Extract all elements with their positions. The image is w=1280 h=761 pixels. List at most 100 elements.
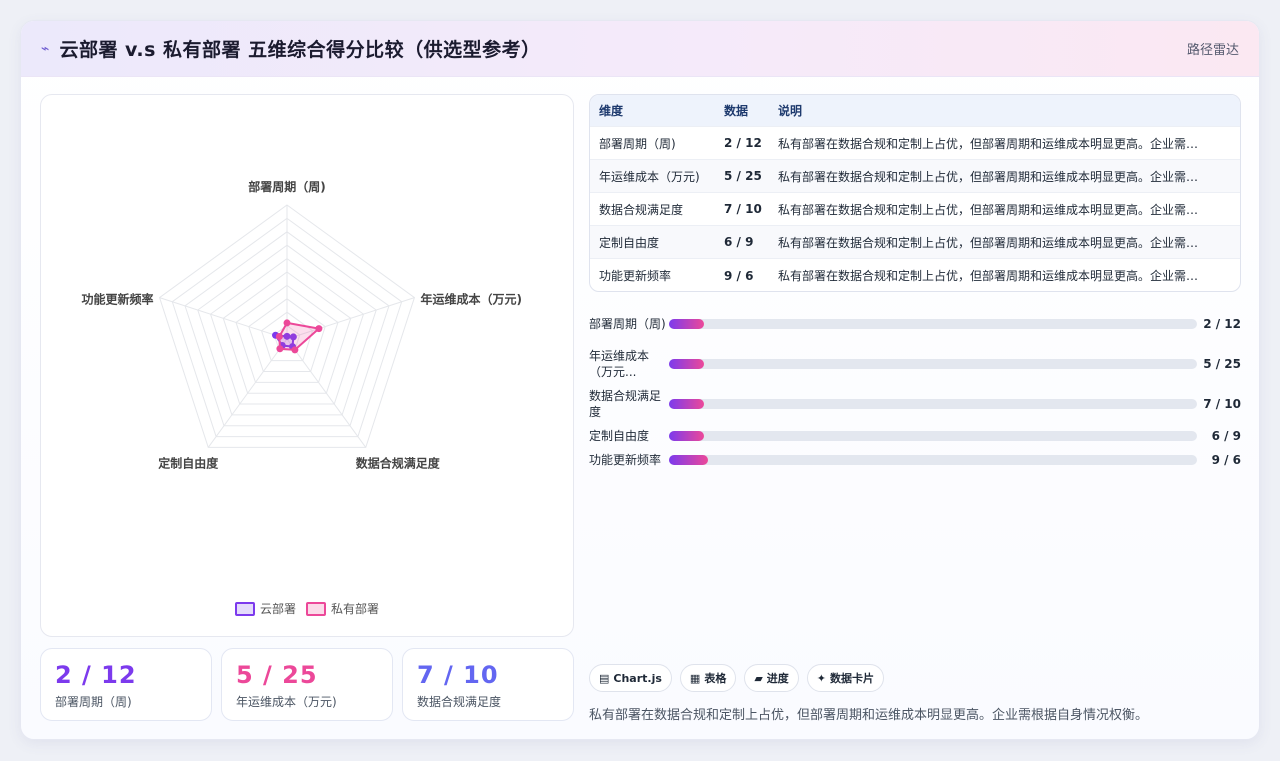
kpi-card-ops-cost: 5 / 25 年运维成本（万元) (221, 648, 393, 721)
radar-axis-label: 数据合规满足度 (356, 455, 441, 470)
chip-label: Chart.js (613, 671, 662, 685)
table-row: 数据合规满足度 7 / 10 私有部署在数据合规和定制上占优，但部署周期和运维成… (590, 193, 1240, 226)
progress-row: 年运维成本（万元... 5 / 25 (589, 347, 1241, 381)
progress-fill (669, 359, 704, 369)
radar-point (283, 319, 291, 327)
chip-data-card[interactable]: ✦ 数据卡片 (806, 664, 885, 692)
chart-legend: 云部署 私有部署 (41, 600, 573, 617)
table-cell-data: 5 / 25 (724, 169, 762, 183)
table-cell-desc: 私有部署在数据合规和定制上占优，但部署周期和运维成本明显更高。企业需根据自身情况… (778, 169, 1240, 184)
legend-swatch-private (306, 601, 326, 616)
kpi-card-deploy-cycle: 2 / 12 部署周期（周) (40, 648, 212, 721)
progress-fill (669, 455, 709, 465)
radar-spoke (159, 297, 288, 340)
table-row: 功能更新频率 9 / 6 私有部署在数据合规和定制上占优，但部署周期和运维成本明… (590, 259, 1240, 291)
progress-row: 功能更新频率 9 / 6 (589, 451, 1241, 469)
radar-series-area (278, 321, 322, 351)
table-cell-desc: 私有部署在数据合规和定制上占优，但部署周期和运维成本明显更高。企业需根据自身情况… (778, 136, 1240, 151)
table-cell-data: 6 / 9 (724, 235, 754, 249)
chip-table[interactable]: ▦ 表格 (679, 664, 737, 692)
radar-axis-label: 部署周期（周) (248, 179, 326, 194)
kpi-value: 2 / 12 (55, 661, 137, 689)
chip-chartjs[interactable]: ▤ Chart.js (589, 664, 672, 692)
chip-label: 表格 (704, 672, 727, 685)
progress-track (669, 455, 1197, 465)
radar-axis-label: 功能更新频率 (82, 292, 154, 307)
progress-track (669, 319, 1197, 329)
card-header: ⌁ 云部署 v.s 私有部署 五维综合得分比较（供选型参考） 路径雷达 (21, 21, 1259, 77)
tech-chips: ▤ Chart.js ▦ 表格 ▰ 进度 ✦ 数据卡片 (589, 664, 885, 692)
progress-row: 部署周期（周) 2 / 12 (589, 307, 1241, 341)
table-cell-dim: 定制自由度 (599, 235, 660, 250)
radar-point (275, 333, 283, 341)
kpi-card-compliance: 7 / 10 数据合规满足度 (402, 648, 574, 721)
progress-row: 定制自由度 6 / 9 (589, 427, 1241, 445)
progress-fill (669, 319, 704, 329)
progress-value: 6 / 9 (1211, 429, 1241, 443)
radar-point (291, 346, 299, 354)
chip-progress[interactable]: ▰ 进度 (744, 664, 799, 692)
progress-icon: ▰ (754, 671, 763, 685)
table-row: 年运维成本（万元) 5 / 25 私有部署在数据合规和定制上占优，但部署周期和运… (590, 160, 1240, 193)
progress-track (669, 431, 1197, 441)
progress-list: 部署周期（周) 2 / 12 年运维成本（万元... 5 / 25 数据合规满足… (589, 307, 1241, 475)
chart-icon: ▤ (599, 671, 610, 685)
legend-label-cloud: 云部署 (259, 602, 296, 616)
header-right-label: 路径雷达 (1186, 43, 1239, 58)
chip-label: 数据卡片 (830, 672, 875, 685)
progress-fill (669, 399, 704, 409)
legend-swatch-cloud (234, 601, 255, 616)
progress-track (669, 359, 1197, 369)
table-cell-desc: 私有部署在数据合规和定制上占优，但部署周期和运维成本明显更高。企业需根据自身情况… (778, 235, 1240, 250)
kpi-label: 部署周期（周) (55, 695, 132, 709)
progress-value: 9 / 6 (1211, 453, 1241, 467)
chip-label: 进度 (766, 672, 789, 685)
progress-track (669, 399, 1197, 409)
radar-point (315, 325, 323, 333)
table-cell-data: 7 / 10 (724, 202, 762, 216)
progress-label: 数据合规满足度 (589, 389, 662, 419)
table-header-dim: 维度 (599, 104, 624, 118)
main-card: ⌁ 云部署 v.s 私有部署 五维综合得分比较（供选型参考） 路径雷达 部署周期… (20, 20, 1260, 740)
radar-point (276, 345, 284, 353)
table-row: 部署周期（周) 2 / 12 私有部署在数据合规和定制上占优，但部署周期和运维成… (590, 127, 1240, 160)
table-header-desc: 说明 (778, 104, 803, 118)
progress-value: 5 / 25 (1203, 357, 1241, 371)
table-cell-desc: 私有部署在数据合规和定制上占优，但部署周期和运维成本明显更高。企业需根据自身情况… (778, 202, 1240, 217)
data-table: 维度 数据 说明 部署周期（周) 2 / 12 私有部署在数据合规和定制上占优，… (589, 94, 1241, 292)
progress-label: 部署周期（周) (589, 317, 666, 331)
kpi-label: 年运维成本（万元) (236, 695, 337, 709)
summary-text: 私有部署在数据合规和定制上占优，但部署周期和运维成本明显更高。企业需根据自身情况… (589, 708, 1149, 723)
card-icon: ✦ (816, 671, 827, 685)
table-header-data: 数据 (724, 104, 749, 118)
kpi-label: 数据合规满足度 (417, 695, 502, 709)
progress-label: 年运维成本（万元... (589, 349, 650, 379)
legend-item-cloud[interactable]: 云部署 (234, 600, 296, 617)
progress-label: 定制自由度 (589, 429, 650, 443)
radar-chart-panel: 部署周期（周) 年运维成本（万元) 数据合规满足度 定制自由度 功能更新频率 云部署 私… (40, 94, 574, 637)
radar-axis-label: 定制自由度 (158, 455, 219, 470)
legend-label-private: 私有部署 (331, 602, 380, 616)
radar-chart: 部署周期（周) 年运维成本（万元) 数据合规满足度 定制自由度 功能更新频率 (82, 179, 522, 470)
progress-label: 功能更新频率 (589, 453, 662, 467)
kpi-value: 7 / 10 (417, 661, 499, 689)
progress-row: 数据合规满足度 7 / 10 (589, 387, 1241, 421)
kpi-value: 5 / 25 (236, 661, 318, 689)
legend-item-private[interactable]: 私有部署 (306, 600, 379, 617)
table-cell-data: 2 / 12 (724, 136, 762, 150)
progress-value: 2 / 12 (1203, 317, 1241, 331)
progress-fill (669, 431, 704, 441)
page-title: 云部署 v.s 私有部署 五维综合得分比较（供选型参考） (59, 39, 541, 61)
progress-value: 7 / 10 (1203, 397, 1241, 411)
table-cell-dim: 功能更新频率 (599, 269, 672, 283)
table-cell-dim: 部署周期（周) (599, 136, 676, 151)
table-header-row: 维度 数据 说明 (590, 95, 1240, 127)
table-cell-data: 9 / 6 (724, 268, 754, 283)
table-cell-desc: 私有部署在数据合规和定制上占优，但部署周期和运维成本明显更高。企业需根据自身情况… (778, 269, 1240, 283)
radar-axis-label: 年运维成本（万元) (420, 292, 521, 307)
table-row: 定制自由度 6 / 9 私有部署在数据合规和定制上占优，但部署周期和运维成本明显… (590, 226, 1240, 259)
sparkle-icon: ⌁ (41, 40, 50, 57)
table-icon: ▦ (689, 671, 701, 685)
table-cell-dim: 数据合规满足度 (599, 202, 684, 217)
table-cell-dim: 年运维成本（万元) (599, 169, 700, 184)
